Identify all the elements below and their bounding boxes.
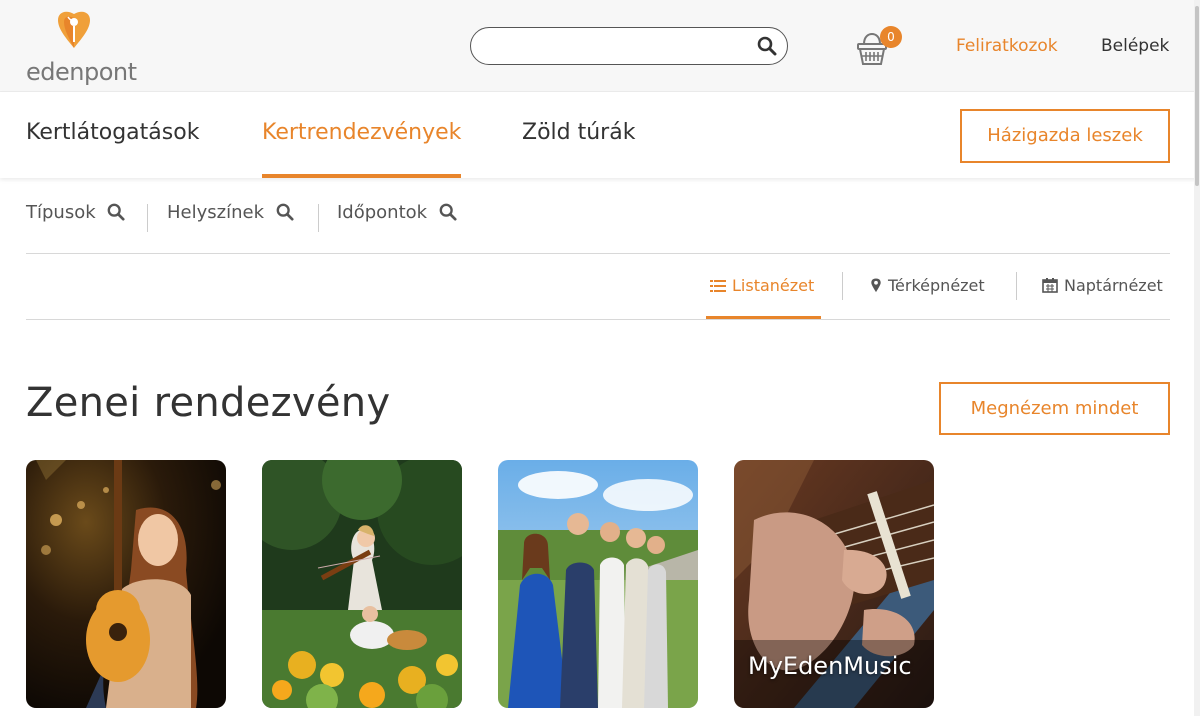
calendar-icon: [1042, 278, 1058, 293]
event-image: [26, 460, 226, 708]
filter-locations-label: Helyszínek: [167, 202, 264, 223]
event-card[interactable]: [26, 460, 226, 708]
view-tab-calendar[interactable]: Naptárnézet: [1042, 276, 1163, 295]
view-divider: [1016, 272, 1017, 300]
nav-item-green-tours[interactable]: Zöld túrák: [522, 120, 635, 145]
search-icon: [108, 203, 125, 221]
subscribe-link[interactable]: Feliratkozok: [956, 36, 1058, 56]
view-tab-map[interactable]: Térképnézet: [870, 276, 985, 295]
event-card-caption: MyEdenMusic: [748, 652, 912, 680]
view-tab-list[interactable]: Listanézet: [710, 276, 814, 295]
filter-dates[interactable]: Időpontok: [337, 202, 457, 223]
cart-count-badge: 0: [880, 26, 902, 48]
section-title: Zenei rendezvény: [26, 380, 391, 426]
search-icon[interactable]: [757, 36, 777, 56]
list-icon: [710, 280, 726, 292]
map-pin-icon: [871, 278, 881, 293]
view-tab-calendar-label: Naptárnézet: [1064, 276, 1163, 295]
event-card[interactable]: [498, 460, 698, 708]
top-bar: edenpont 0 Feliratkozok Belépek: [0, 0, 1200, 92]
search-icon: [439, 203, 457, 221]
become-host-button[interactable]: Házigazda leszek: [960, 109, 1170, 163]
filter-types[interactable]: Típusok: [26, 202, 125, 223]
cart-button[interactable]: 0: [856, 26, 904, 66]
logo[interactable]: edenpont: [26, 8, 137, 86]
filter-dates-label: Időpontok: [337, 202, 428, 223]
search-box: [470, 27, 788, 65]
event-image: [498, 460, 698, 708]
filter-divider: [147, 204, 148, 232]
logo-icon: [58, 11, 90, 48]
search-input[interactable]: [485, 34, 745, 58]
filter-divider: [318, 204, 319, 232]
view-tab-map-label: Térképnézet: [888, 276, 985, 295]
event-image: [262, 460, 462, 708]
search-icon: [276, 203, 294, 221]
active-nav-underline: [262, 174, 461, 178]
view-divider: [842, 272, 843, 300]
filter-locations[interactable]: Helyszínek: [167, 202, 294, 223]
main-nav: Kertlátogatások Kertrendezvények Zöld tú…: [0, 92, 1200, 178]
filter-types-label: Típusok: [26, 202, 96, 223]
login-link[interactable]: Belépek: [1101, 36, 1169, 56]
event-card[interactable]: MyEdenMusic: [734, 460, 934, 708]
divider: [26, 253, 1170, 254]
nav-item-garden-visits[interactable]: Kertlátogatások: [26, 120, 199, 145]
nav-item-garden-events[interactable]: Kertrendezvények: [262, 120, 461, 145]
logo-text: edenpont: [26, 58, 137, 86]
divider: [26, 319, 1170, 320]
event-card[interactable]: [262, 460, 462, 708]
scrollbar-thumb[interactable]: [1195, 6, 1199, 186]
view-all-button[interactable]: Megnézem mindet: [939, 382, 1170, 435]
view-tab-list-label: Listanézet: [732, 276, 815, 295]
